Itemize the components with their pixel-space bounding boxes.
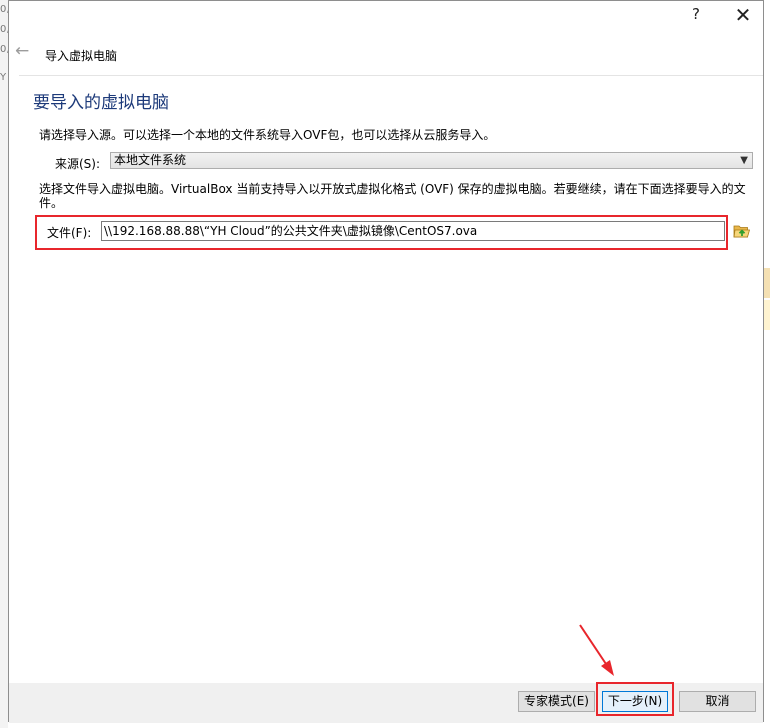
source-select[interactable]: 本地文件系统 ▼	[110, 152, 753, 169]
back-arrow-icon[interactable]: ←	[15, 41, 29, 61]
intro-text: 请选择导入源。可以选择一个本地的文件系统导入OVF包，也可以选择从云服务导入。	[39, 128, 496, 142]
source-label: 来源(S):	[55, 157, 101, 171]
help-button[interactable]: ?	[686, 5, 706, 27]
wizard-nav: ← 导入虚拟电脑	[9, 39, 763, 69]
expert-mode-button[interactable]: 专家模式(E)	[518, 691, 595, 712]
folder-open-icon[interactable]	[733, 222, 751, 240]
chevron-down-icon: ▼	[740, 155, 748, 166]
file-path-input[interactable]: \\192.168.88.88\“YH Cloud”的公共文件夹\虚拟镜像\Ce…	[101, 221, 725, 241]
description-text: 选择文件导入虚拟电脑。VirtualBox 当前支持导入以开放式虚拟化格式 (O…	[39, 182, 746, 210]
file-label: 文件(F):	[47, 226, 92, 240]
source-selected-value: 本地文件系统	[114, 153, 187, 167]
wizard-title: 导入虚拟电脑	[45, 49, 118, 63]
background-window-right	[764, 0, 770, 728]
next-button-annotation-box	[596, 682, 674, 716]
wizard-page: 要导入的虚拟电脑 请选择导入源。可以选择一个本地的文件系统导入OVF包，也可以选…	[19, 75, 763, 684]
import-appliance-dialog: ? ✕ ← 导入虚拟电脑 要导入的虚拟电脑 请选择导入源。可以选择一个本地的文件…	[8, 0, 764, 723]
title-bar: ? ✕	[9, 1, 763, 33]
close-button[interactable]: ✕	[731, 3, 755, 29]
bg-fragment: Y	[0, 72, 7, 83]
background-window-left: 0, 0, 0, Y	[0, 0, 10, 728]
page-heading: 要导入的虚拟电脑	[33, 93, 169, 113]
cancel-button[interactable]: 取消	[679, 691, 756, 712]
